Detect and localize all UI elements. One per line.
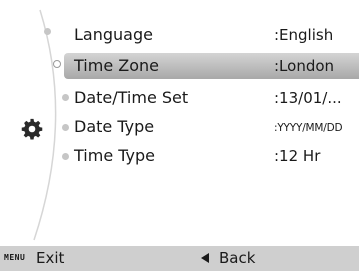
- menu-item-label: Date/Time Set: [74, 88, 189, 107]
- settings-menu: Language :English Time Zone :London Date…: [0, 0, 359, 246]
- gear-icon: [21, 118, 43, 140]
- menu-item-value: :English: [274, 26, 334, 44]
- bottom-bar: MENU Exit Back: [0, 246, 359, 271]
- menu-dot-1: [44, 28, 51, 35]
- menu-item-time-zone[interactable]: Time Zone :London: [64, 53, 359, 79]
- menu-item-label: Time Type: [74, 146, 155, 165]
- menu-item-label: Language: [74, 25, 153, 44]
- exit-button[interactable]: Exit: [36, 249, 64, 267]
- menu-item-value: :YYYY/MM/DD: [274, 122, 343, 134]
- menu-dot-2-active: [53, 60, 61, 68]
- menu-item-language[interactable]: Language :English: [64, 22, 359, 48]
- menu-key-label: MENU: [4, 253, 26, 262]
- menu-item-label: Date Type: [74, 117, 155, 136]
- menu-item-time-type[interactable]: Time Type :12 Hr: [64, 143, 359, 169]
- menu-item-label: Time Zone: [74, 56, 159, 75]
- menu-item-value: :12 Hr: [274, 147, 321, 165]
- menu-item-date-type[interactable]: Date Type :YYYY/MM/DD: [64, 114, 359, 140]
- back-button[interactable]: Back: [219, 249, 255, 267]
- menu-item-value: :London: [274, 57, 335, 75]
- menu-item-date-time-set[interactable]: Date/Time Set :13/01/...: [64, 85, 359, 111]
- left-triangle-icon: [201, 253, 209, 263]
- menu-item-value: :13/01/...: [274, 89, 342, 107]
